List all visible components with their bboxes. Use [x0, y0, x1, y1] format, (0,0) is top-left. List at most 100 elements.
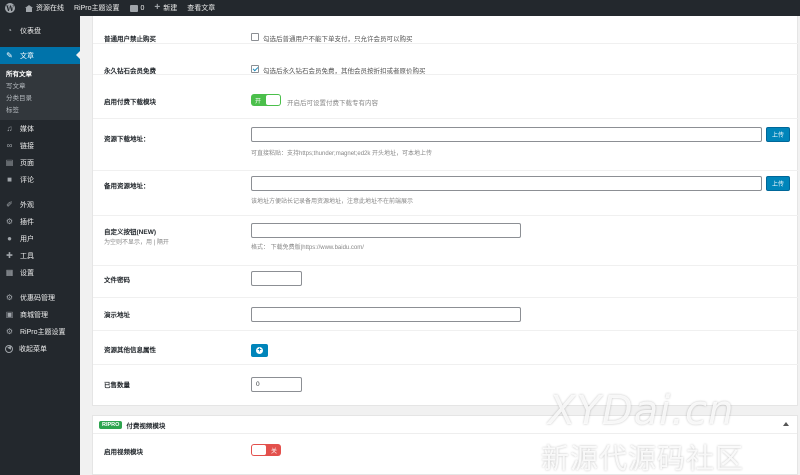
- user-icon: ●: [7, 233, 12, 243]
- menu-media[interactable]: ♫ 媒体: [0, 120, 80, 137]
- demo-url-input[interactable]: [251, 307, 521, 322]
- gear-icon: ⚙: [5, 292, 14, 302]
- custom-button-label: 自定义按钮(NEW): [104, 229, 156, 236]
- menu-links-label: 链接: [20, 142, 34, 150]
- file-password-input[interactable]: [251, 271, 302, 286]
- other-info-label: 资源其他信息属性: [104, 347, 156, 354]
- theme-settings-label: RiPro主题设置: [74, 5, 120, 12]
- view-post-label: 查看文章: [187, 5, 216, 12]
- menu-tools[interactable]: ✚ 工具: [0, 247, 80, 264]
- menu-ripro-settings[interactable]: ⚙ RiPro主题设置: [0, 323, 80, 340]
- no-buy-text: 勾选后普通用户不能下单支付，只允许会员可以购买: [263, 36, 413, 43]
- link-icon: ∞: [6, 140, 13, 150]
- wordpress-logo-button[interactable]: W: [0, 0, 20, 16]
- watermark-site-name: 新源代源码社区: [541, 442, 745, 475]
- wrench-icon: ✚: [6, 250, 13, 260]
- dashboard-icon: ◔: [7, 25, 12, 35]
- menu-settings[interactable]: ▦ 设置: [0, 264, 80, 281]
- backup-upload-button[interactable]: 上传: [766, 176, 790, 191]
- menu-users[interactable]: ● 用户: [0, 230, 80, 247]
- menu-pages-label: 页面: [20, 159, 34, 167]
- video-enable-toggle[interactable]: 关: [251, 444, 281, 456]
- menu-tools-label: 工具: [20, 252, 34, 260]
- comments-link[interactable]: 0: [125, 0, 150, 16]
- submenu-all-posts[interactable]: 所有文章: [0, 67, 80, 79]
- menu-comments-label: 评论: [20, 176, 34, 184]
- toggle-off-label: 关: [270, 448, 277, 455]
- posts-submenu: 所有文章 写文章 分类目录 标签: [0, 64, 80, 120]
- menu-plugins[interactable]: ⚙ 插件: [0, 213, 80, 230]
- download-url-input[interactable]: [251, 127, 762, 142]
- theme-settings-link[interactable]: RiPro主题设置: [69, 0, 125, 16]
- admin-bar: W 资源在线 RiPro主题设置 0 + 新建 查看文章: [0, 0, 800, 16]
- submenu-new-post[interactable]: 写文章: [0, 79, 80, 91]
- collapse-menu-button[interactable]: ◀ 收起菜单: [0, 340, 80, 357]
- new-content-link[interactable]: + 新建: [149, 0, 182, 16]
- collapse-icon: ◀: [5, 344, 13, 353]
- download-upload-button[interactable]: 上传: [766, 127, 790, 142]
- menu-links[interactable]: ∞ 链接: [0, 137, 80, 154]
- ripro-badge: RIPRO: [99, 420, 123, 429]
- video-module-title: 付费视频模块: [126, 422, 166, 430]
- download-url-label: 资源下载地址：: [104, 136, 150, 143]
- row-custom-button: 自定义按钮(NEW) 为空则不显示，用 | 隔开 格式： 下载免费版|https…: [93, 216, 799, 266]
- vip-free-text: 勾选后永久钻石会员免费，其他会员按折扣或者原价购买: [263, 68, 426, 75]
- plus-icon: +: [154, 2, 161, 13]
- comment-icon: [129, 4, 138, 12]
- backup-url-input[interactable]: [251, 176, 762, 191]
- sold-count-label: 已售数量: [104, 382, 130, 389]
- toggle-knob: [252, 445, 266, 455]
- plugin-icon: ⚙: [5, 216, 14, 226]
- admin-sidebar: ◔ 仪表盘 ✎ 文章 所有文章 写文章 分类目录 标签 ♫ 媒体 ∞ 链接 ▤ …: [0, 16, 80, 475]
- paid-download-desc: 开启后可设置付费下载专有内容: [287, 100, 378, 107]
- menu-appearance[interactable]: ✐ 外观: [0, 196, 80, 213]
- menu-shop[interactable]: ▣ 商城管理: [0, 306, 80, 323]
- toggle-on-label: 开: [254, 98, 261, 105]
- comment-bubble-icon: ■: [7, 174, 12, 184]
- menu-coupon[interactable]: ⚙ 优惠码管理: [0, 289, 80, 306]
- menu-comments[interactable]: ■ 评论: [0, 171, 80, 188]
- row-paid-download: 启用付费下载模块 开 开启后可设置付费下载专有内容: [93, 75, 799, 119]
- sold-count-input[interactable]: 0: [251, 377, 302, 392]
- settings-icon: ▦: [5, 267, 14, 277]
- no-buy-checkbox[interactable]: [251, 33, 259, 41]
- menu-media-label: 媒体: [20, 125, 34, 133]
- view-post-link[interactable]: 查看文章: [182, 0, 220, 16]
- page-icon: ▤: [5, 157, 14, 167]
- custom-button-input[interactable]: [251, 223, 521, 238]
- menu-posts-label: 文章: [20, 52, 34, 60]
- collapse-caret-icon[interactable]: [783, 422, 789, 426]
- watermark-domain: XYDai.cn: [548, 388, 735, 434]
- paid-download-toggle[interactable]: 开: [251, 94, 281, 106]
- shop-icon: ▣: [5, 309, 14, 319]
- site-name-link[interactable]: 资源在线: [20, 0, 69, 16]
- menu-coupon-label: 优惠码管理: [20, 294, 55, 302]
- menu-dashboard-label: 仪表盘: [20, 27, 41, 35]
- add-info-button[interactable]: +: [251, 344, 268, 357]
- paintbrush-icon: ✐: [6, 199, 13, 209]
- wordpress-icon: W: [5, 3, 15, 13]
- row-vip-free: 永久钻石会员免费 勾选后永久钻石会员免费，其他会员按折扣或者原价购买: [93, 44, 799, 75]
- backup-url-hint: 该地址方便站长记录备用资源地址，注意此地址不在前端展示: [251, 199, 414, 205]
- vip-free-checkbox[interactable]: [251, 65, 259, 73]
- row-other-info: 资源其他信息属性 +: [93, 331, 799, 365]
- menu-dashboard[interactable]: ◔ 仪表盘: [0, 22, 80, 39]
- no-buy-label: 普通用户禁止购买: [104, 36, 156, 43]
- menu-posts[interactable]: ✎ 文章: [0, 47, 80, 64]
- file-password-label: 文件密码: [104, 277, 130, 284]
- row-download-url: 资源下载地址： 上传 可直接粘贴：支持https;thunder;magnet;…: [93, 119, 799, 171]
- menu-ripro-label: RiPro主题设置: [20, 328, 66, 336]
- pushpin-icon: ✎: [6, 50, 13, 60]
- download-url-hint: 可直接粘贴：支持https;thunder;magnet;ed2k 开头地址，可…: [251, 151, 433, 157]
- row-file-password: 文件密码: [93, 266, 799, 298]
- menu-users-label: 用户: [20, 235, 34, 243]
- menu-settings-label: 设置: [20, 269, 34, 277]
- custom-button-hint: 格式： 下载免费版|https://www.baidu.com/: [251, 245, 364, 251]
- video-enable-label: 启用视频模块: [104, 449, 143, 456]
- menu-pages[interactable]: ▤ 页面: [0, 154, 80, 171]
- submenu-tags[interactable]: 标签: [0, 103, 80, 115]
- custom-button-sublabel: 为空则不显示，用 | 隔开: [104, 240, 169, 246]
- submenu-categories[interactable]: 分类目录: [0, 91, 80, 103]
- vip-free-label: 永久钻石会员免费: [104, 68, 156, 75]
- backup-url-label: 备用资源地址：: [104, 183, 150, 190]
